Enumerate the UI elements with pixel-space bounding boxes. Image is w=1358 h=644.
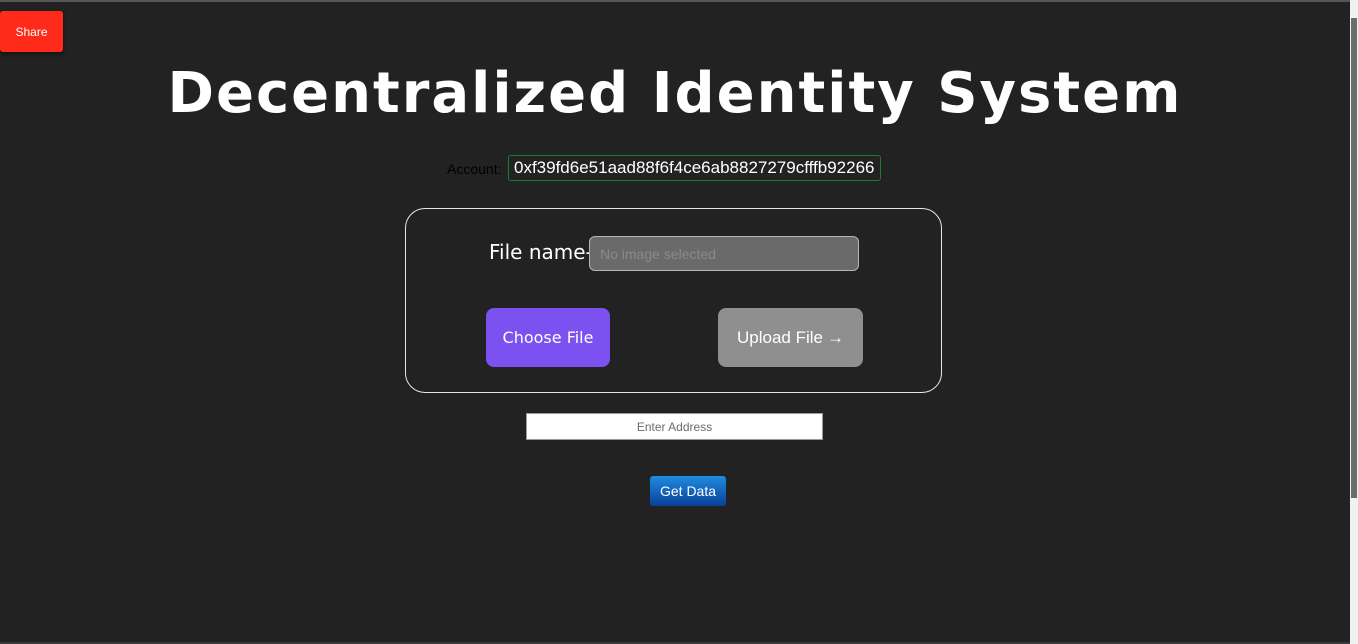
choose-file-button[interactable]: Choose File bbox=[486, 308, 610, 367]
address-input[interactable] bbox=[526, 413, 823, 440]
account-address: 0xf39fd6e51aad88f6f4ce6ab8827279cfffb922… bbox=[508, 155, 881, 181]
file-name-input[interactable] bbox=[589, 236, 859, 271]
share-button[interactable]: Share bbox=[0, 11, 63, 52]
upload-file-button[interactable]: Upload File → bbox=[718, 308, 863, 367]
account-label: Account: bbox=[447, 161, 502, 177]
get-data-button[interactable]: Get Data bbox=[650, 476, 726, 506]
app-page: Share Decentralized Identity System Acco… bbox=[0, 0, 1358, 644]
file-name-label: File name- bbox=[489, 240, 593, 264]
right-arrow-icon: → bbox=[827, 327, 844, 347]
top-border bbox=[0, 0, 1358, 2]
choose-file-label: Choose File bbox=[502, 328, 594, 347]
vertical-scrollbar[interactable] bbox=[1350, 0, 1358, 644]
upload-file-label: Upload File bbox=[737, 327, 823, 347]
page-title: Decentralized Identity System bbox=[167, 61, 1183, 126]
scrollbar-thumb[interactable] bbox=[1351, 18, 1357, 498]
